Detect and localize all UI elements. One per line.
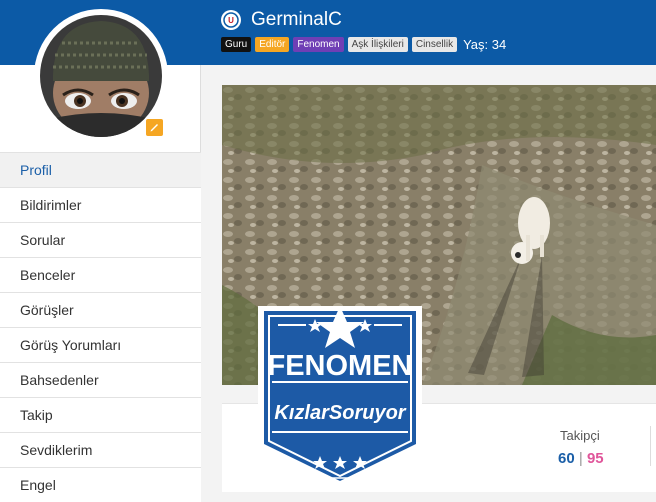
menu-item-gorus-yorumlari[interactable]: Görüş Yorumları <box>0 327 201 362</box>
menu-item-sorular[interactable]: Sorular <box>0 222 201 257</box>
fenomen-badge-title: FENOMEN <box>267 350 413 382</box>
edit-pencil-icon[interactable] <box>146 119 163 136</box>
menu-item-bahsedenler[interactable]: Bahsedenler <box>0 362 201 397</box>
followers-count[interactable]: 60 <box>558 450 575 467</box>
badge-topic-ask-iliskileri[interactable]: Aşk İlişkileri <box>347 37 408 52</box>
menu-item-sevdiklerim[interactable]: Sevdiklerim <box>0 432 201 467</box>
followers-label: Takipçi <box>560 428 600 443</box>
menu-item-engel[interactable]: Engel <box>0 467 201 502</box>
fenomen-badge: FENOMEN KızlarSoruyor <box>252 298 428 492</box>
menu-item-bildirimler[interactable]: Bildirimler <box>0 187 201 222</box>
following-count[interactable]: 95 <box>587 450 604 467</box>
svg-text:U: U <box>228 16 234 25</box>
age-label: Yaş: 34 <box>463 37 507 52</box>
card-divider <box>650 426 651 466</box>
menu-item-takip[interactable]: Takip <box>0 397 201 432</box>
menu-item-profil[interactable]: Profil <box>0 152 201 187</box>
badge-editor[interactable]: Editör <box>255 37 290 52</box>
profile-title-row: U GerminalC <box>221 8 342 32</box>
followers-counts: 60 | 95 <box>558 450 604 467</box>
menu-item-gorusler[interactable]: Görüşler <box>0 292 201 327</box>
username[interactable]: GerminalC <box>251 9 342 31</box>
user-type-icon: U <box>221 10 241 30</box>
profile-menu: Profil Bildirimler Sorular Benceler Görü… <box>0 152 201 502</box>
followers-separator: | <box>578 450 583 467</box>
avatar-image <box>40 15 162 137</box>
badge-row: Guru Editör Fenomen Aşk İlişkileri Cinse… <box>221 37 506 52</box>
menu-item-benceler[interactable]: Benceler <box>0 257 201 292</box>
fenomen-badge-brand: KızlarSoruyor <box>274 402 406 424</box>
badge-guru[interactable]: Guru <box>221 37 252 52</box>
badge-fenomen[interactable]: Fenomen <box>293 37 344 52</box>
badge-topic-cinsellik[interactable]: Cinsellik <box>411 37 458 52</box>
